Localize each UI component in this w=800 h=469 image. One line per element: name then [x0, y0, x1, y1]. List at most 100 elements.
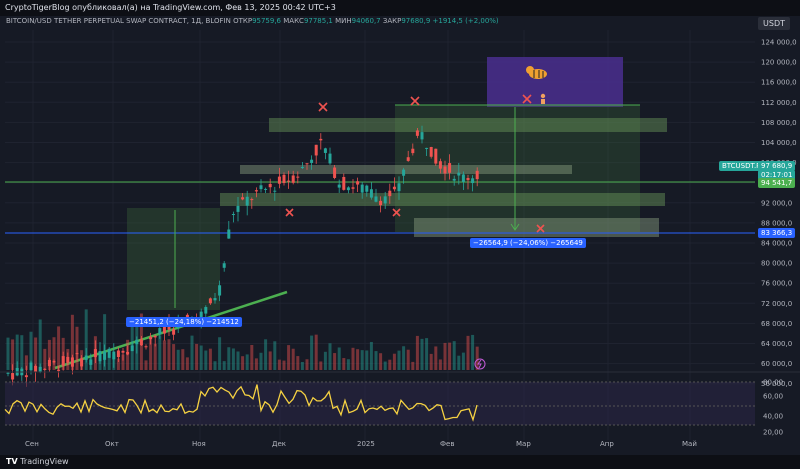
volume-bar: [383, 361, 387, 370]
price-tick-label: 112 000,0: [761, 99, 797, 107]
volume-bar: [34, 337, 38, 370]
volume-bar: [208, 348, 212, 370]
candle-body: [461, 174, 465, 182]
ticker-tag: BTCUSDT.P: [719, 161, 764, 171]
volume-bar: [66, 348, 70, 370]
candle-body: [222, 263, 226, 268]
volume-bar: [434, 346, 438, 370]
chart-canvas[interactable]: 124 000,0 120 000,0 116 000,0 112 000,0 108 …: [0, 0, 800, 455]
candle-body: [218, 285, 222, 296]
candle-body: [333, 167, 337, 178]
candle-body: [259, 185, 263, 190]
support-zone[interactable]: [220, 193, 665, 206]
candle-body: [415, 130, 419, 136]
candle-body: [116, 350, 120, 358]
candle-body: [264, 188, 268, 190]
volume-bar: [443, 342, 447, 370]
volume-bar: [6, 337, 10, 370]
blue-level-tag: 83 366,3: [758, 228, 796, 238]
candle-body: [319, 138, 323, 141]
candle-body: [411, 148, 415, 154]
candle-body: [406, 157, 410, 161]
mid-zone[interactable]: [240, 165, 572, 174]
candle-body: [374, 196, 378, 202]
footer: TV TradingView: [0, 455, 800, 469]
candle-body: [392, 186, 396, 190]
volume-bar: [342, 358, 346, 370]
green-level-tag: 94 541,7: [758, 178, 796, 188]
volume-bar: [296, 356, 300, 370]
volume-bar: [181, 349, 185, 370]
candle-body: [227, 229, 231, 239]
target-support-zone[interactable]: [414, 218, 659, 237]
candle-body: [282, 174, 286, 184]
candle-body: [153, 335, 157, 338]
volume-bar: [61, 337, 65, 370]
volume-bar: [406, 349, 410, 370]
time-tick-label: Апр: [600, 440, 614, 448]
price-tick-label: 76 000,0: [761, 280, 792, 288]
volume-bar: [162, 340, 166, 370]
candle-body: [305, 163, 309, 165]
volume-bar: [397, 350, 401, 370]
volume-bar: [199, 345, 203, 370]
volume-bar: [158, 335, 162, 370]
time-tick-label: Май: [682, 440, 697, 448]
candle-body: [328, 153, 332, 164]
price-tick-label: 116 000,0: [761, 79, 797, 87]
candle-body: [277, 176, 281, 184]
volume-bar: [300, 361, 304, 370]
candle-body: [383, 196, 387, 204]
candle-body: [434, 148, 438, 164]
volume-bar: [360, 350, 364, 370]
cross-marker-icon: [318, 102, 328, 112]
volume-bar: [89, 357, 93, 370]
price-tick-label: 80 000,0: [761, 260, 792, 268]
candle-body: [231, 214, 235, 216]
time-tick-label: Дек: [272, 440, 286, 448]
candle-body: [365, 185, 369, 192]
candle-body: [250, 199, 254, 201]
candle-body: [323, 148, 327, 153]
volume-bar: [126, 339, 130, 370]
volume-bar: [195, 343, 199, 370]
price-tick-label: 72 000,0: [761, 300, 792, 308]
measure-zone-left[interactable]: [127, 208, 220, 310]
target-zone-box[interactable]: [487, 57, 623, 107]
price-axis[interactable]: 124 000,0 120 000,0 116 000,0 112 000,0 108 …: [761, 39, 797, 389]
volume-bar: [20, 335, 24, 370]
volume-bar: [323, 351, 327, 370]
volume-bar: [222, 361, 226, 370]
time-axis[interactable]: Сен Окт Ноя Дек 2025 Фев Мар Апр Май: [25, 440, 697, 448]
tradingview-logo[interactable]: TV: [6, 457, 18, 466]
candle-body: [351, 187, 355, 189]
price-tick-label: 88 000,0: [761, 219, 792, 227]
volume-bar: [305, 359, 309, 370]
candle-body: [98, 351, 102, 362]
tradingview-brand[interactable]: TradingView: [20, 457, 68, 466]
rsi-tick-label: 80,00: [763, 379, 783, 387]
candle-body: [471, 178, 475, 184]
rsi-tick-label: 60,00: [763, 393, 783, 401]
candle-body: [466, 177, 470, 181]
candle-body: [11, 373, 15, 380]
candle-body: [208, 298, 212, 304]
volume-bar: [47, 339, 51, 370]
candle-body: [438, 161, 442, 169]
candle-body: [273, 190, 277, 192]
volume-bar: [379, 353, 383, 370]
volume-bar: [116, 358, 120, 370]
price-tick-label: 84 000,0: [761, 240, 792, 248]
candle-body: [158, 328, 162, 335]
candle-body: [346, 187, 350, 191]
volume-bar: [11, 339, 15, 370]
volume-bar: [80, 350, 84, 370]
volume-bar: [346, 359, 350, 370]
volume-bar: [291, 348, 295, 370]
candle-body: [310, 159, 314, 163]
volume-bar: [448, 342, 452, 370]
volume-bar: [415, 335, 419, 370]
resistance-zone[interactable]: [269, 118, 667, 132]
candle-body: [388, 190, 392, 197]
volume-bar: [84, 309, 88, 370]
